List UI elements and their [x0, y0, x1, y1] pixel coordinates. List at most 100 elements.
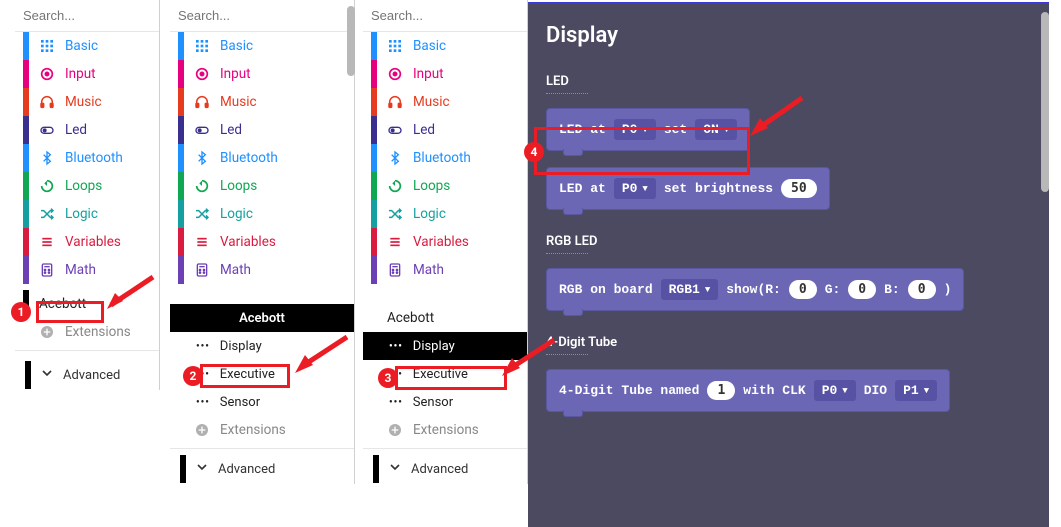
cat-basic[interactable]: Basic: [363, 32, 527, 60]
cat-led[interactable]: Led: [15, 116, 159, 144]
cat-music[interactable]: Music: [170, 88, 354, 116]
cat-input[interactable]: Input: [363, 60, 527, 88]
advanced-toggle[interactable]: Advanced: [363, 454, 527, 484]
cat-variables[interactable]: Variables: [15, 228, 159, 256]
shuffle-icon: [194, 206, 210, 222]
cat-variables[interactable]: Variables: [363, 228, 527, 256]
extensions-button[interactable]: Extensions: [15, 318, 159, 346]
acebott-header[interactable]: Acebott: [170, 304, 354, 332]
scrollbar-thumb[interactable]: [1041, 12, 1049, 192]
cat-input[interactable]: Input: [15, 60, 159, 88]
dropdown-rgb-slot[interactable]: RGB1▼: [661, 279, 719, 300]
plus-circle-icon: [194, 422, 210, 438]
cat-label: Logic: [413, 206, 527, 222]
chevron-down-icon: [194, 459, 210, 479]
block-text: G:: [825, 282, 841, 297]
cat-label: Led: [413, 122, 527, 138]
toggle-icon: [387, 122, 403, 138]
section-divider: [546, 253, 588, 254]
extensions-button[interactable]: Extensions: [170, 416, 354, 444]
chevron-down-icon: ▼: [924, 386, 929, 396]
cat-label: Math: [65, 262, 159, 278]
extensions-button[interactable]: Extensions: [363, 416, 527, 444]
sub-sensor[interactable]: ••• Sensor: [170, 388, 354, 416]
cat-label: Input: [65, 66, 159, 82]
search-input[interactable]: [23, 8, 160, 23]
cat-input[interactable]: Input: [170, 60, 354, 88]
cat-music[interactable]: Music: [363, 88, 527, 116]
advanced-toggle[interactable]: Advanced: [15, 360, 159, 390]
scrollbar-thumb[interactable]: [347, 6, 355, 76]
text-input[interactable]: 1: [707, 381, 735, 400]
cat-variables[interactable]: Variables: [170, 228, 354, 256]
advanced-toggle[interactable]: Advanced: [170, 454, 354, 484]
cat-label: Input: [220, 66, 354, 82]
block-led-brightness[interactable]: LED at P0▼ set brightness 50: [546, 167, 830, 210]
cat-math[interactable]: Math: [363, 256, 527, 284]
cat-bluetooth[interactable]: Bluetooth: [15, 144, 159, 172]
dropdown-dio[interactable]: P1▼: [895, 380, 937, 401]
dots-icon: •••: [389, 369, 403, 380]
cat-led[interactable]: Led: [170, 116, 354, 144]
number-input-b[interactable]: 0: [908, 280, 936, 299]
dots-icon: •••: [196, 397, 210, 408]
number-input[interactable]: 50: [781, 179, 817, 198]
shuffle-icon: [39, 206, 55, 222]
number-input-g[interactable]: 0: [848, 280, 876, 299]
dropdown-pin[interactable]: P0▼: [614, 119, 656, 140]
sub-label: Display: [220, 339, 262, 354]
block-rgb[interactable]: RGB on board RGB1▼ show(R: 0 G: 0 B: 0 ): [546, 268, 964, 311]
cat-basic[interactable]: Basic: [15, 32, 159, 60]
search-input[interactable]: [178, 8, 354, 23]
cat-loops[interactable]: Loops: [170, 172, 354, 200]
headphones-icon: [387, 94, 403, 110]
dots-icon: •••: [196, 369, 210, 380]
cat-loops[interactable]: Loops: [15, 172, 159, 200]
cat-label: Variables: [65, 234, 159, 250]
cat-logic[interactable]: Logic: [170, 200, 354, 228]
plus-circle-icon: [387, 422, 403, 438]
search-input[interactable]: [371, 8, 528, 23]
cat-loops[interactable]: Loops: [363, 172, 527, 200]
acebott-plain[interactable]: Acebott: [363, 304, 527, 332]
sub-label: Sensor: [413, 395, 453, 410]
section-divider: [546, 354, 588, 355]
cat-label: Music: [65, 94, 159, 110]
cat-math[interactable]: Math: [170, 256, 354, 284]
number-input-r[interactable]: 0: [789, 280, 817, 299]
search-box[interactable]: [170, 0, 354, 32]
cat-logic[interactable]: Logic: [363, 200, 527, 228]
cat-label: Math: [413, 262, 527, 278]
cat-music[interactable]: Music: [15, 88, 159, 116]
search-box[interactable]: [15, 0, 159, 32]
cat-led[interactable]: Led: [363, 116, 527, 144]
toggle-icon: [39, 122, 55, 138]
headphones-icon: [39, 94, 55, 110]
chevron-down-icon: ▼: [642, 184, 647, 194]
cat-basic[interactable]: Basic: [170, 32, 354, 60]
section-label-tube: 4-Digit Tube: [546, 335, 1031, 350]
dropdown-state[interactable]: ON▼: [695, 119, 737, 140]
cat-math[interactable]: Math: [15, 256, 159, 284]
sub-sensor[interactable]: •••Sensor: [363, 388, 527, 416]
block-led-set[interactable]: LED at P0▼ set ON▼: [546, 108, 750, 151]
dropdown-pin[interactable]: P0▼: [614, 178, 656, 199]
sub-executive[interactable]: •••Executive: [170, 360, 354, 388]
sub-label: Sensor: [220, 395, 260, 410]
cat-acebott[interactable]: Acebott: [15, 290, 159, 318]
search-box[interactable]: [363, 0, 527, 32]
cat-label: Basic: [413, 38, 527, 54]
sub-executive[interactable]: •••Executive: [363, 360, 527, 388]
list-icon: [387, 234, 403, 250]
calculator-icon: [194, 262, 210, 278]
cat-bluetooth[interactable]: Bluetooth: [170, 144, 354, 172]
block-text: RGB on board: [559, 282, 653, 297]
sub-display-selected[interactable]: •••Display: [363, 332, 527, 360]
headphones-icon: [194, 94, 210, 110]
dropdown-clk[interactable]: P0▼: [814, 380, 856, 401]
cat-logic[interactable]: Logic: [15, 200, 159, 228]
cat-bluetooth[interactable]: Bluetooth: [363, 144, 527, 172]
block-text: DIO: [864, 383, 887, 398]
sub-display[interactable]: •••Display: [170, 332, 354, 360]
block-4digit-tube[interactable]: 4-Digit Tube named 1 with CLK P0▼ DIO P1…: [546, 369, 950, 412]
